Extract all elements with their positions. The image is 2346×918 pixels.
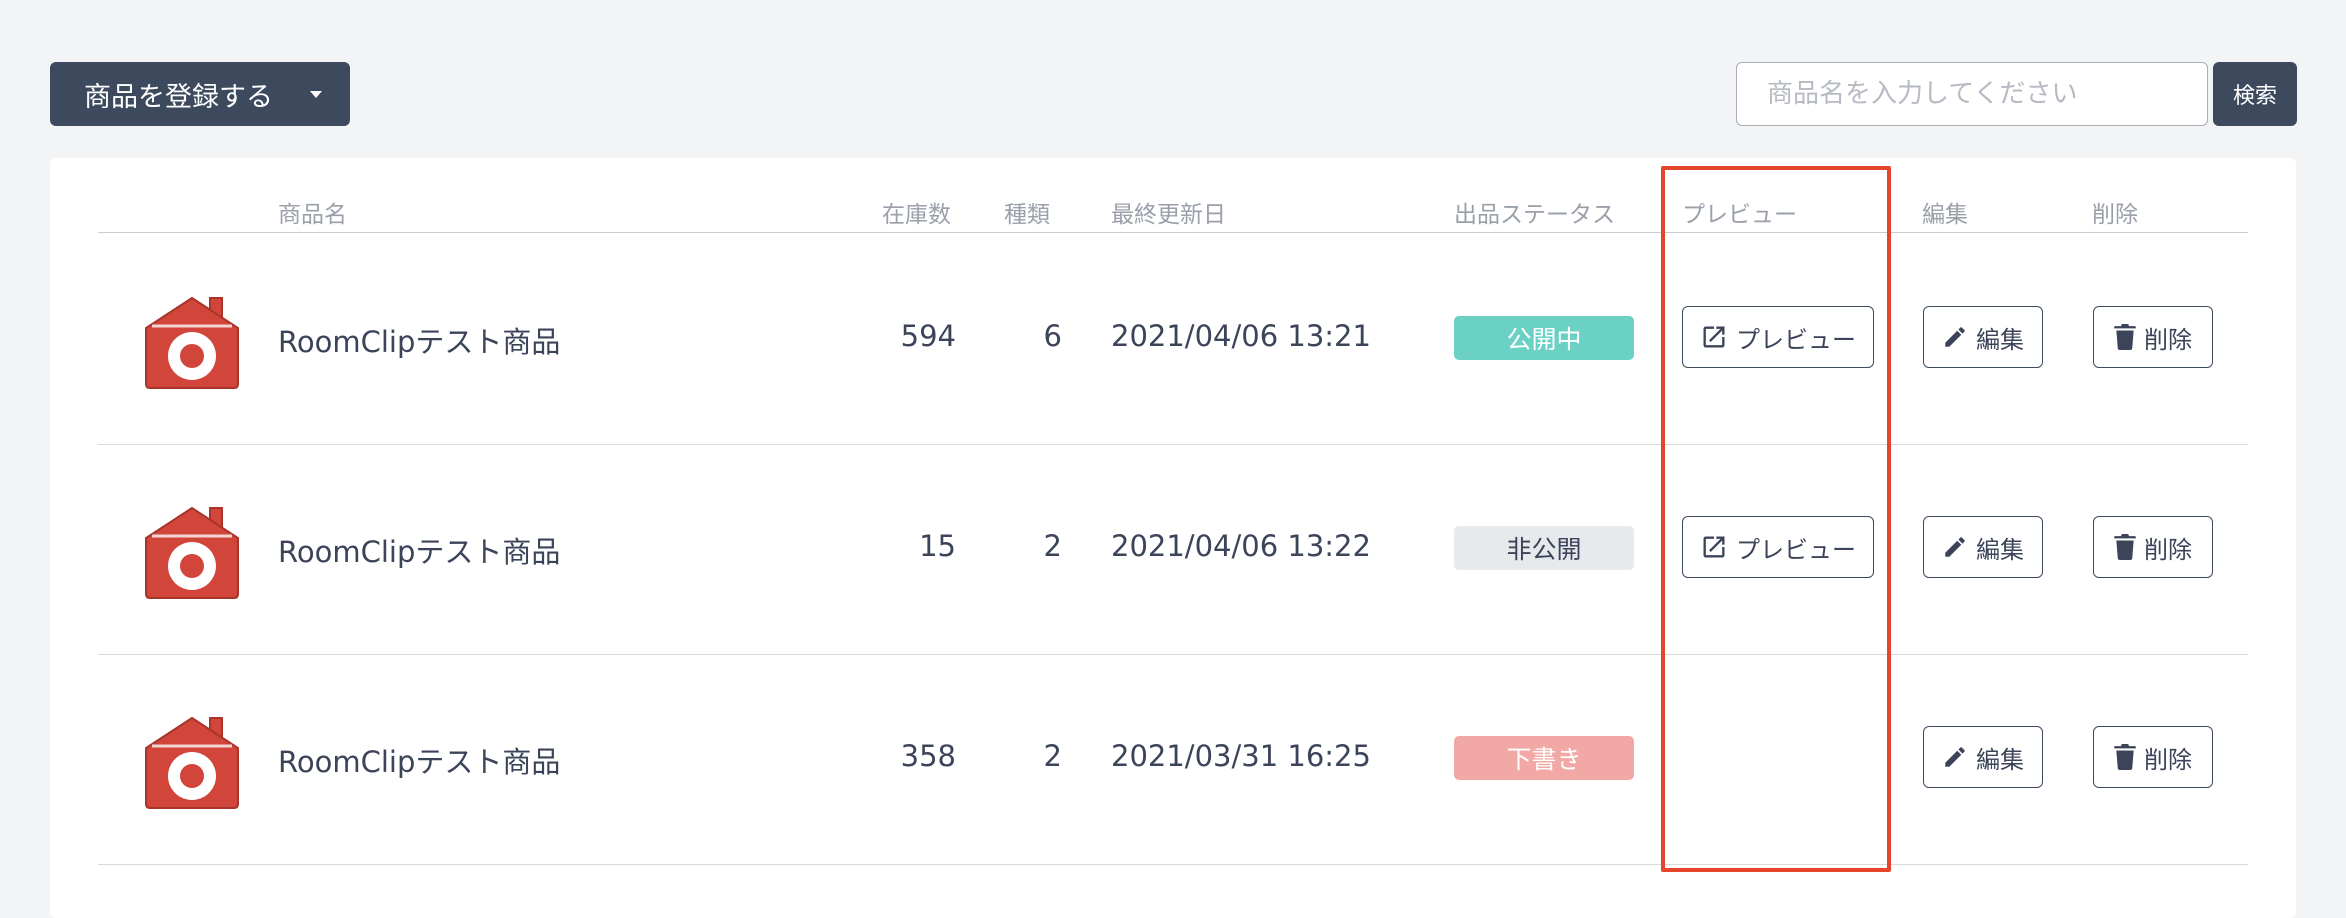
preview-column-highlight bbox=[1661, 166, 1891, 872]
house-logo-icon bbox=[144, 504, 240, 600]
header-product-name: 商品名 bbox=[278, 202, 347, 228]
status-label: 下書き bbox=[1506, 745, 1582, 774]
caret-down-icon bbox=[310, 91, 322, 98]
edit-button[interactable]: 編集 bbox=[1923, 516, 2043, 578]
product-name: RoomClipテスト商品 bbox=[278, 535, 561, 569]
header-last-updated: 最終更新日 bbox=[1111, 202, 1226, 228]
status-label: 公開中 bbox=[1506, 325, 1582, 354]
last-updated: 2021/04/06 13:21 bbox=[1111, 319, 1371, 353]
edit-button[interactable]: 編集 bbox=[1923, 306, 2043, 368]
header-delete: 削除 bbox=[2092, 202, 2138, 228]
edit-label: 編集 bbox=[1976, 745, 2024, 774]
trash-icon bbox=[2114, 534, 2136, 560]
register-product-label: 商品を登録する bbox=[84, 81, 273, 113]
header-types: 種類 bbox=[1004, 202, 1050, 228]
product-name: RoomClipテスト商品 bbox=[278, 745, 561, 779]
header-status: 出品ステータス bbox=[1454, 202, 1615, 228]
trash-icon bbox=[2114, 324, 2136, 350]
stock-count: 15 bbox=[919, 529, 956, 563]
stock-count: 594 bbox=[900, 319, 956, 353]
house-logo-icon bbox=[144, 294, 240, 390]
type-count: 6 bbox=[1043, 319, 1062, 353]
type-count: 2 bbox=[1043, 739, 1062, 773]
status-label: 非公開 bbox=[1506, 535, 1582, 564]
delete-button[interactable]: 削除 bbox=[2093, 306, 2213, 368]
search-button[interactable]: 検索 bbox=[2213, 62, 2297, 126]
edit-label: 編集 bbox=[1976, 535, 2024, 564]
pencil-icon bbox=[1942, 324, 1968, 350]
delete-label: 削除 bbox=[2144, 535, 2192, 564]
edit-button[interactable]: 編集 bbox=[1923, 726, 2043, 788]
pencil-icon bbox=[1942, 534, 1968, 560]
search-button-label: 検索 bbox=[2232, 84, 2277, 109]
delete-label: 削除 bbox=[2144, 745, 2192, 774]
table-row: RoomClipテスト商品 358 2 2021/03/31 16:25 下書き… bbox=[98, 654, 2248, 865]
edit-label: 編集 bbox=[1976, 325, 2024, 354]
product-name: RoomClipテスト商品 bbox=[278, 325, 561, 359]
status-badge: 下書き bbox=[1454, 736, 1634, 780]
table-row: RoomClipテスト商品 594 6 2021/04/06 13:21 公開中… bbox=[98, 234, 2248, 445]
table-header: 商品名 在庫数 種類 最終更新日 出品ステータス プレビュー 編集 削除 bbox=[98, 190, 2248, 233]
product-search-input[interactable] bbox=[1736, 62, 2208, 126]
delete-button[interactable]: 削除 bbox=[2093, 726, 2213, 788]
type-count: 2 bbox=[1043, 529, 1062, 563]
trash-icon bbox=[2114, 744, 2136, 770]
pencil-icon bbox=[1942, 744, 1968, 770]
status-badge: 公開中 bbox=[1454, 316, 1634, 360]
house-logo-icon bbox=[144, 714, 240, 810]
header-stock: 在庫数 bbox=[882, 202, 951, 228]
delete-button[interactable]: 削除 bbox=[2093, 516, 2213, 578]
header-edit: 編集 bbox=[1922, 202, 1968, 228]
delete-label: 削除 bbox=[2144, 325, 2192, 354]
table-row: RoomClipテスト商品 15 2 2021/04/06 13:22 非公開 … bbox=[98, 444, 2248, 655]
stock-count: 358 bbox=[900, 739, 956, 773]
status-badge: 非公開 bbox=[1454, 526, 1634, 570]
last-updated: 2021/04/06 13:22 bbox=[1111, 529, 1371, 563]
last-updated: 2021/03/31 16:25 bbox=[1111, 739, 1371, 773]
register-product-button[interactable]: 商品を登録する bbox=[50, 62, 350, 126]
